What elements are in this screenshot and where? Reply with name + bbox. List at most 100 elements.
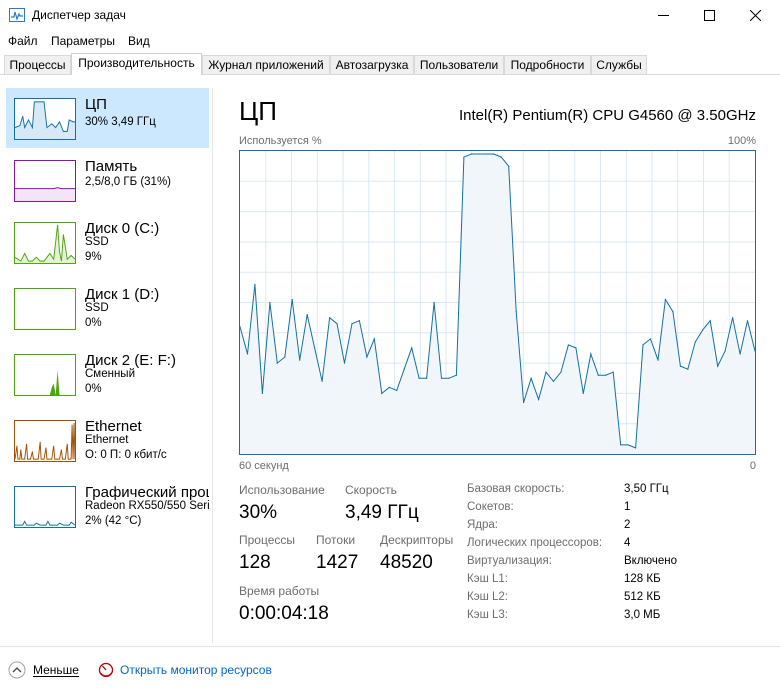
cpu-data-point	[358, 320, 360, 322]
cpu-data-point	[336, 323, 338, 325]
window-title: Диспетчер задач	[32, 8, 126, 22]
cpu-data-point	[649, 338, 652, 340]
disk2-thumbnail-chart	[14, 354, 76, 396]
tab-startup[interactable]: Автозагрузка	[330, 55, 414, 75]
sidebar-gpu-value: 2% (42 °C)	[85, 515, 142, 527]
cpu-data-point	[269, 301, 271, 304]
cpu-data-point	[470, 153, 472, 155]
fewer-details-button[interactable]: Меньше	[8, 660, 79, 680]
sidebar-disk1-value: 0%	[85, 317, 102, 329]
detail-value: 512 КБ	[624, 591, 661, 603]
sidebar-item-disk1[interactable]: Диск 1 (D:) SSD 0%	[6, 278, 209, 338]
sidebar-disk2-name: Диск 2 (E: F:)	[85, 352, 176, 369]
detail-label: Сокетов:	[467, 501, 514, 513]
detail-value: 3,0 МБ	[624, 609, 661, 621]
close-button[interactable]	[732, 0, 778, 30]
cpu-data-point	[687, 368, 689, 370]
detail-value: Включено	[624, 555, 678, 567]
detail-value: 2	[624, 519, 631, 531]
cpu-data-point	[709, 320, 711, 322]
sidebar-item-cpu[interactable]: ЦП 30% 3,49 ГГц	[6, 88, 209, 148]
processes-value: 128	[239, 552, 271, 573]
sidebar-gpu-model: Radeon RX550/550 Series	[85, 500, 209, 512]
cpu-data-point	[314, 347, 316, 349]
menu-options[interactable]: Параметры	[51, 34, 115, 48]
open-resource-monitor-link[interactable]: Открыть монитор ресурсов	[98, 660, 272, 680]
uptime-value: 0:00:04:18	[239, 603, 329, 624]
cpu-data-point	[366, 356, 368, 358]
maximize-button[interactable]	[686, 0, 732, 30]
cpu-data-point	[679, 365, 681, 367]
sidebar-cpu-value: 30% 3,49 ГГц	[85, 116, 156, 128]
handles-label: Дескрипторы	[380, 533, 454, 547]
cpu-data-point	[642, 344, 644, 346]
cpu-data-point	[672, 311, 674, 313]
tab-users[interactable]: Пользователи	[414, 55, 504, 75]
page-title: ЦП	[239, 96, 277, 126]
cpu-data-point	[493, 153, 495, 155]
detail-label: Ядра:	[467, 519, 499, 531]
sidebar-item-disk0[interactable]: Диск 0 (C:) SSD 9%	[6, 212, 209, 272]
tab-details[interactable]: Подробности	[504, 55, 591, 75]
cpu-data-point	[246, 353, 249, 355]
cpu-data-point	[500, 156, 502, 158]
open-resource-monitor-label: Открыть монитор ресурсов	[120, 663, 272, 677]
usage-label: Использование	[239, 483, 325, 497]
minimize-button[interactable]	[640, 0, 686, 30]
sidebar-ethernet-name: Ethernet	[85, 418, 142, 435]
tab-services[interactable]: Службы	[591, 55, 647, 75]
cpu-data-point	[388, 386, 390, 388]
sidebar-divider	[212, 88, 213, 643]
sidebar-item-gpu[interactable]: Графический процессор 0 Radeon RX550/550…	[6, 476, 209, 536]
task-manager-icon	[9, 8, 25, 22]
menu-view[interactable]: Вид	[128, 34, 150, 48]
maximize-icon	[703, 9, 715, 21]
tab-processes[interactable]: Процессы	[4, 55, 71, 75]
sidebar-item-ethernet[interactable]: Ethernet Ethernet О: 0 П: 0 кбит/с	[6, 410, 209, 470]
memory-thumbnail-chart	[14, 160, 76, 202]
menu-bar: Файл Параметры Вид	[0, 30, 780, 52]
cpu-data-point	[478, 153, 480, 155]
cpu-data-point	[448, 377, 450, 379]
cpu-data-point	[426, 377, 428, 379]
disk0-thumbnail-chart	[14, 222, 76, 264]
detail-label: Кэш L1:	[467, 573, 508, 585]
threads-value: 1427	[316, 552, 359, 573]
cpu-data-point	[582, 392, 584, 394]
footer-divider	[0, 646, 780, 647]
sidebar-disk2-type: Сменный	[85, 368, 135, 380]
detail-label: Базовая скорость:	[467, 483, 565, 495]
sidebar-item-disk2[interactable]: Диск 2 (E: F:) Сменный 0%	[6, 344, 209, 404]
cpu-data-point	[381, 392, 383, 394]
sidebar-memory-value: 2,5/8,0 ГБ (31%)	[85, 176, 172, 188]
sidebar-item-memory[interactable]: Память 2,5/8,0 ГБ (31%)	[6, 150, 209, 210]
cpu-data-point	[508, 165, 510, 167]
cpu-data-point	[373, 338, 375, 340]
cpu-data-point	[396, 389, 398, 391]
cpu-data-point	[440, 377, 443, 379]
cpu-data-point	[299, 359, 301, 361]
cpu-data-point	[694, 341, 696, 343]
resource-monitor-icon	[98, 662, 114, 678]
cpu-data-point	[343, 362, 346, 364]
processes-label: Процессы	[239, 533, 296, 547]
cpu-data-point	[567, 344, 569, 346]
cpu-data-point	[702, 329, 704, 331]
minimize-icon	[657, 14, 669, 16]
cpu-data-point	[463, 156, 465, 158]
handles-value: 48520	[380, 552, 433, 573]
tab-performance[interactable]: Производительность	[71, 53, 202, 75]
menu-file[interactable]: Файл	[8, 34, 38, 48]
cpu-data-point	[664, 298, 666, 301]
detail-label: Виртуализация:	[467, 555, 552, 567]
tab-app-history[interactable]: Журнал приложений	[202, 55, 330, 75]
cpu-data-point	[597, 374, 599, 376]
cpu-data-point	[746, 320, 749, 322]
chevron-up-circle-icon	[8, 661, 26, 679]
cpu-data-point	[411, 347, 413, 349]
cpu-data-point	[485, 153, 487, 155]
graph-y-max-label: 100%	[727, 135, 756, 147]
cpu-data-point	[523, 401, 525, 404]
sidebar-cpu-name: ЦП	[85, 96, 107, 113]
cpu-data-point	[261, 392, 263, 394]
